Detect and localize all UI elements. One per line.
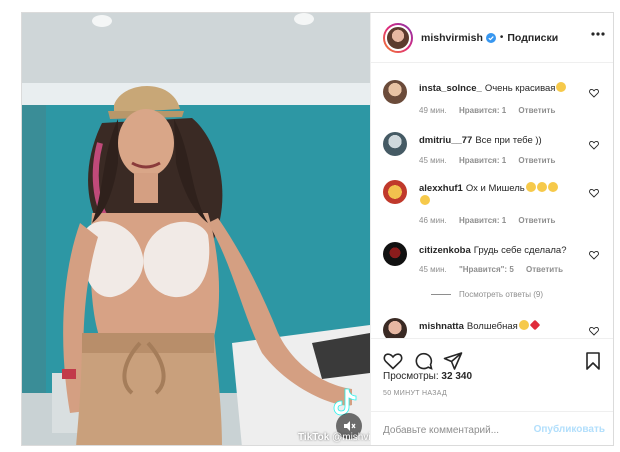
comment-time: 46 мин.	[419, 216, 447, 225]
comment-body: dmitriu__77 Все при тебе ))	[419, 134, 587, 147]
reply-button[interactable]: Ответить	[518, 216, 555, 225]
tiktok-watermark: TikTok @mishvirmish	[298, 432, 370, 443]
smile-emoji-icon	[518, 320, 529, 330]
post-video[interactable]: TikTok @mishvirmish	[22, 13, 370, 445]
like-comment-heart-icon[interactable]	[589, 326, 599, 336]
view-replies-button[interactable]: Посмотреть ответы (9)	[431, 290, 543, 299]
reply-button[interactable]: Ответить	[518, 156, 555, 165]
video-frame-illustration	[22, 13, 370, 445]
watermark-brand: TikTok	[298, 432, 330, 443]
follow-button[interactable]: Подписки	[507, 32, 558, 44]
views-count[interactable]: Просмотры: 32 340	[383, 371, 472, 382]
views-label: Просмотры:	[383, 371, 439, 382]
comment-text: Ох и Мишель	[465, 183, 525, 194]
comment-likes[interactable]: Нравится: 1	[459, 156, 506, 165]
commenter-username[interactable]: alexxhuf1	[419, 183, 463, 194]
comment-text: Волшебная	[466, 321, 518, 332]
instagram-post-modal: TikTok @mishvirmish mishvirmish • Подпис…	[21, 12, 614, 446]
like-comment-heart-icon[interactable]	[589, 250, 599, 260]
heart-eyes-emoji-icon	[420, 195, 430, 205]
mute-icon	[344, 421, 356, 431]
heart-eyes-emoji-icon	[525, 182, 536, 192]
comment-likes[interactable]: "Нравится": 5	[459, 265, 514, 274]
comment-likes[interactable]: Нравится: 1	[459, 106, 506, 115]
red-heart-emoji-icon	[529, 319, 541, 331]
comments-list[interactable]: insta_solnce_ Очень красивая 49 мин. Нрав…	[371, 64, 613, 338]
commenter-avatar[interactable]	[383, 132, 407, 156]
commenter-username[interactable]: mishnatta	[419, 321, 464, 332]
comment-text: Все при тебе ))	[475, 135, 542, 146]
views-value: 32 340	[441, 371, 473, 382]
add-comment-bar: Опубликовать	[371, 411, 613, 445]
bookmark-icon[interactable]	[583, 351, 603, 371]
commenter-avatar[interactable]	[383, 318, 407, 338]
comment-meta: 45 мин. Нравится: 1 Ответить	[419, 156, 565, 165]
like-comment-heart-icon[interactable]	[589, 140, 599, 150]
verified-badge-icon	[485, 32, 496, 43]
comment-time: 49 мин.	[419, 106, 447, 115]
commenter-username[interactable]: dmitriu__77	[419, 135, 472, 146]
comment-meta: 46 мин. Нравится: 1 Ответить	[419, 216, 565, 225]
like-comment-heart-icon[interactable]	[589, 88, 599, 98]
commenter-avatar[interactable]	[383, 242, 407, 266]
comment-time: 45 мин.	[419, 265, 447, 274]
header-separator: •	[499, 32, 504, 43]
author-avatar[interactable]	[383, 22, 413, 53]
post-header: mishvirmish • Подписки	[371, 13, 613, 63]
comment-meta: 49 мин. Нравится: 1 Ответить	[419, 106, 565, 115]
comment-input[interactable]	[383, 421, 533, 439]
comment-body: mishnatta Волшебная	[419, 319, 587, 333]
more-icon[interactable]	[591, 32, 605, 36]
comment-likes[interactable]: Нравится: 1	[459, 216, 506, 225]
comment-body: insta_solnce_ Очень красивая	[419, 82, 587, 95]
publish-button[interactable]: Опубликовать	[534, 424, 605, 435]
comment-icon[interactable]	[413, 351, 433, 371]
heart-icon[interactable]	[383, 351, 403, 371]
watermark-handle: @mishvirmish	[332, 432, 370, 443]
post-details-panel: mishvirmish • Подписки insta_solnce_ Очен…	[370, 13, 613, 445]
reply-button[interactable]: Ответить	[526, 265, 563, 274]
comment-body: citizenkoba Грудь себе сделала?	[419, 244, 587, 257]
author-username[interactable]: mishvirmish	[421, 32, 483, 44]
heart-eyes-emoji-icon	[556, 82, 567, 92]
comment-text: Грудь себе сделала?	[473, 245, 567, 256]
post-timestamp[interactable]: 50 МИНУТ НАЗАД	[383, 390, 447, 397]
commenter-username[interactable]: citizenkoba	[419, 245, 471, 256]
commenter-username[interactable]: insta_solnce_	[419, 83, 482, 94]
heart-eyes-emoji-icon	[536, 182, 547, 192]
reply-button[interactable]: Ответить	[518, 106, 555, 115]
heart-eyes-emoji-icon	[547, 182, 558, 192]
comment-text: Очень красивая	[484, 83, 556, 94]
commenter-avatar[interactable]	[383, 180, 407, 204]
view-replies-label: Посмотреть ответы (9)	[459, 290, 544, 299]
comment-meta: 45 мин. "Нравится": 5 Ответить	[419, 265, 573, 274]
share-icon[interactable]	[443, 351, 463, 371]
commenter-avatar[interactable]	[383, 80, 407, 104]
comment-time: 45 мин.	[419, 156, 447, 165]
comment-body: alexxhuf1 Ох и Мишель	[419, 182, 587, 208]
like-comment-heart-icon[interactable]	[589, 188, 599, 198]
